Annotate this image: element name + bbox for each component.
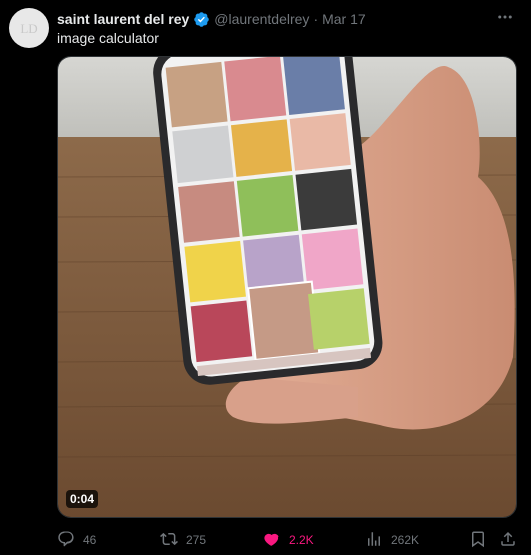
bookmark-icon [469,530,495,551]
share-icon [499,530,525,551]
bookmark-button[interactable] [469,528,495,552]
tweet-text: image calculator [57,30,159,46]
views-button[interactable]: 262K [365,528,419,552]
repost-count: 275 [186,533,207,547]
more-icon[interactable] [495,7,515,27]
reply-button[interactable]: 46 [57,528,96,552]
like-count: 2.2K [289,533,314,547]
repost-button[interactable]: 275 [160,528,206,552]
tweet-header: saint laurent del rey @laurentdelrey · M… [57,9,491,29]
views-icon [365,530,391,551]
separator-dot: · [313,11,319,27]
action-bar: 46 275 2.2K 262K [57,528,517,552]
video-media[interactable] [57,56,517,518]
author-name[interactable]: saint laurent del rey [57,11,189,27]
like-button[interactable]: 2.2K [263,528,314,552]
avatar[interactable]: LD [9,8,49,48]
author-handle[interactable]: @laurentdelrey [214,11,309,27]
video-duration: 0:04 [66,490,99,508]
like-icon [263,530,289,551]
repost-icon [160,530,186,551]
tweet-date[interactable]: Mar 17 [322,11,366,27]
verified-badge-icon [193,11,210,28]
avatar-monogram: LD [20,21,37,36]
reply-icon [57,530,83,551]
views-count: 262K [391,533,420,547]
share-button[interactable] [499,528,525,552]
reply-count: 46 [83,533,97,547]
tweet[interactable]: LD saint laurent del rey @laurentdelrey … [0,0,531,555]
